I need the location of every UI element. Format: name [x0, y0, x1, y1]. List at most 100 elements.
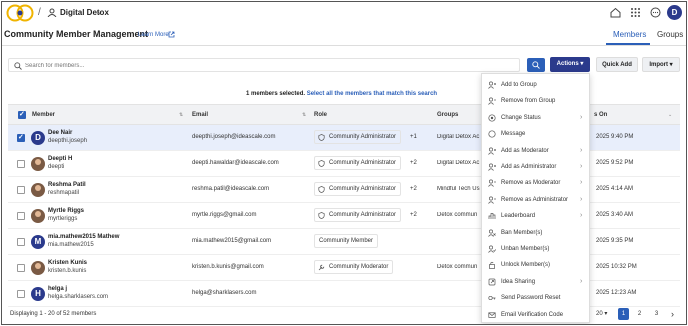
menu-item-label: Remove as Moderator — [501, 180, 561, 187]
member-name[interactable]: Reshma Patil — [48, 182, 86, 188]
user-plus-icon — [488, 163, 496, 171]
member-groups: Mindful Tech Us — [437, 186, 480, 192]
search-button[interactable] — [527, 58, 545, 72]
menu-item-remove-as-administrator[interactable]: Remove as Administrator › — [482, 192, 589, 208]
menu-item-add-to-group[interactable]: Add to Group — [482, 77, 589, 93]
avatar[interactable]: M — [31, 235, 45, 249]
column-header-joined[interactable]: s On — [594, 112, 607, 118]
menu-item-add-as-administrator[interactable]: Add as Administrator › — [482, 159, 589, 175]
avatar[interactable]: D — [31, 131, 45, 145]
chevron-down-icon[interactable]: ⌄ — [668, 112, 672, 118]
joined-date: 2025 9:40 PM — [596, 134, 634, 140]
column-header-member[interactable]: Member — [32, 112, 55, 118]
apps-grid-icon[interactable] — [630, 7, 641, 18]
divider — [2, 45, 686, 46]
share-icon — [488, 278, 496, 286]
user-avatar[interactable]: D — [667, 5, 682, 20]
role-badge[interactable]: Community Moderator — [314, 260, 394, 274]
ideascale-logo[interactable] — [6, 4, 34, 22]
home-icon[interactable] — [610, 7, 621, 18]
menu-item-remove-from-group[interactable]: Remove from Group — [482, 93, 589, 109]
message-icon — [488, 130, 496, 138]
member-name[interactable]: Dee Nair — [48, 130, 72, 136]
member-email: deepti.hawaldar@ideascale.com — [192, 160, 279, 166]
search-box[interactable] — [8, 58, 520, 72]
row-checkbox[interactable] — [17, 264, 25, 272]
select-all-checkbox[interactable] — [18, 110, 26, 119]
row-checkbox[interactable] — [17, 212, 25, 220]
member-groups: Digital Detox Ac — [437, 134, 480, 140]
menu-item-unlock-member-s[interactable]: Unlock Member(s) — [482, 257, 589, 273]
member-email: mia.mathew2015@gmail.com — [192, 238, 272, 244]
role-badge[interactable]: Community Administrator — [314, 130, 402, 144]
breadcrumb-separator: / — [38, 7, 41, 18]
avatar[interactable] — [31, 157, 45, 171]
menu-item-idea-sharing[interactable]: Idea Sharing › — [482, 274, 589, 290]
selection-count: 1 members selected. — [246, 91, 306, 97]
menu-item-label: Add to Group — [501, 82, 537, 88]
menu-item-send-password-reset[interactable]: Send Password Reset — [482, 290, 589, 306]
menu-item-ban-member-s[interactable]: Ban Member(s) — [482, 225, 589, 241]
avatar[interactable] — [31, 261, 45, 275]
extra-roles-count[interactable]: +2 — [410, 160, 417, 166]
member-name[interactable]: mia.mathew2015 Mathew — [48, 234, 119, 240]
menu-item-email-verification-code[interactable]: Email Verification Code — [482, 307, 589, 323]
chat-icon[interactable] — [650, 7, 661, 18]
member-name[interactable]: Deepti H — [48, 156, 72, 162]
menu-item-message[interactable]: Message — [482, 126, 589, 142]
learn-more-link[interactable]: Learn More — [138, 32, 169, 38]
tab-groups[interactable]: Groups — [657, 30, 683, 39]
avatar[interactable] — [31, 209, 45, 223]
tab-members[interactable]: Members — [613, 30, 646, 39]
menu-item-unban-member-s[interactable]: Unban Member(s) — [482, 241, 589, 257]
member-username: helga.sharklasers.com — [48, 294, 109, 300]
member-name[interactable]: Myrtle Riggs — [48, 208, 84, 214]
row-checkbox[interactable] — [17, 238, 25, 246]
column-header-role[interactable]: Role — [314, 112, 327, 118]
row-checkbox[interactable] — [17, 160, 25, 168]
menu-item-change-status[interactable]: Change Status › — [482, 110, 589, 126]
member-email: helga@sharklasers.com — [192, 290, 257, 296]
role-badge[interactable]: Community Administrator — [314, 156, 402, 170]
unban-icon — [488, 245, 496, 253]
role-badge[interactable]: Community Administrator — [314, 182, 402, 196]
menu-item-leaderboard[interactable]: Leaderboard › — [482, 208, 589, 224]
import-button[interactable]: Import ▾ — [642, 57, 680, 72]
avatar[interactable]: H — [31, 287, 45, 301]
member-groups: Detox commun — [437, 264, 478, 270]
row-checkbox[interactable] — [17, 290, 25, 298]
column-header-email[interactable]: Email — [192, 112, 208, 118]
role-badge[interactable]: Community Member — [314, 234, 379, 248]
member-name[interactable]: helga j — [48, 286, 67, 292]
row-checkbox[interactable] — [17, 186, 25, 194]
sort-icon[interactable]: ⇅ — [302, 112, 306, 118]
member-username: deepthi.joseph — [48, 138, 88, 144]
quick-add-button[interactable]: Quick Add — [596, 57, 638, 72]
per-page-select[interactable]: 20 ▾ — [596, 310, 607, 317]
actions-button[interactable]: Actions ▾ — [550, 57, 590, 72]
member-name[interactable]: Kristen Kunis — [48, 260, 87, 266]
role-label: Community Administrator — [329, 134, 397, 140]
extra-roles-count[interactable]: +2 — [410, 186, 417, 192]
member-email: kristen.b.kunis@gmail.com — [192, 264, 264, 270]
extra-roles-count[interactable]: +2 — [410, 212, 417, 218]
page-button-3[interactable]: 3 — [651, 308, 662, 320]
page-button-2[interactable]: 2 — [634, 308, 645, 320]
joined-date: 2025 9:52 PM — [596, 160, 634, 166]
sort-icon[interactable]: ⇅ — [179, 112, 183, 118]
column-header-groups[interactable]: Groups — [437, 112, 458, 118]
row-checkbox[interactable] — [17, 133, 25, 142]
external-link-icon[interactable] — [168, 31, 175, 38]
extra-roles-count[interactable]: +1 — [410, 134, 417, 140]
avatar[interactable] — [31, 183, 45, 197]
select-all-link[interactable]: Select all the members that match this s… — [307, 91, 437, 97]
page-button-1[interactable]: 1 — [618, 308, 629, 320]
menu-item-remove-as-moderator[interactable]: Remove as Moderator › — [482, 175, 589, 191]
role-badge[interactable]: Community Administrator — [314, 208, 402, 222]
search-input[interactable] — [25, 60, 505, 71]
menu-item-add-as-moderator[interactable]: Add as Moderator › — [482, 143, 589, 159]
chevron-down-icon[interactable]: ⌄ — [97, 8, 103, 16]
menu-item-label: Email Verification Code — [501, 311, 564, 318]
next-page-button[interactable]: › — [667, 308, 678, 320]
joined-date: 2025 4:14 AM — [596, 186, 634, 192]
